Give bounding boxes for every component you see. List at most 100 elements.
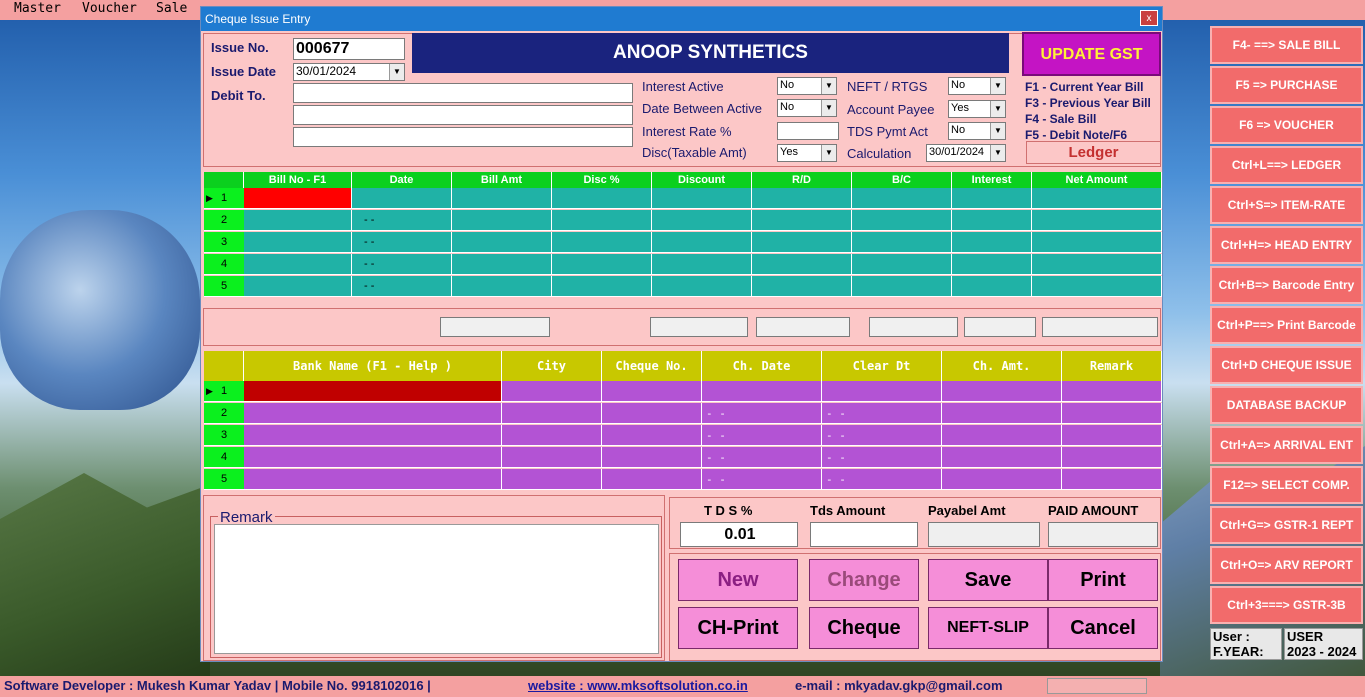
bill-grid-cell[interactable] xyxy=(952,188,1032,209)
interest-active-select[interactable]: No ▼ xyxy=(777,77,837,95)
bill-grid-cell[interactable] xyxy=(244,210,352,231)
bill-grid-cell[interactable] xyxy=(852,188,952,209)
bill-grid-cell[interactable] xyxy=(952,210,1032,231)
date-between-select[interactable]: No ▼ xyxy=(777,99,837,117)
print-button[interactable]: Print xyxy=(1048,559,1158,601)
bill-grid-cell[interactable] xyxy=(652,232,752,253)
bill-grid-cell[interactable]: - - xyxy=(352,232,452,253)
bank-grid-cell[interactable] xyxy=(1062,425,1162,446)
chevron-down-icon[interactable]: ▼ xyxy=(389,64,404,80)
bank-grid-cell[interactable] xyxy=(244,425,502,446)
bill-grid-cell[interactable] xyxy=(752,232,852,253)
sidebar-shortcut-button[interactable]: Ctrl+L==> LEDGER xyxy=(1210,146,1363,184)
bill-grid-cell[interactable] xyxy=(952,276,1032,297)
bill-grid-cell[interactable] xyxy=(952,254,1032,275)
bill-grid-cell[interactable] xyxy=(1032,210,1162,231)
close-button[interactable]: x xyxy=(1140,10,1158,26)
bank-row-number[interactable]: 2 xyxy=(204,403,244,424)
bank-grid-cell[interactable]: - - xyxy=(702,447,822,468)
bill-row-number[interactable]: 2 xyxy=(204,210,244,231)
bank-grid-cell[interactable]: - - xyxy=(822,469,942,490)
sidebar-shortcut-button[interactable]: Ctrl+D CHEQUE ISSUE xyxy=(1210,346,1363,384)
save-button[interactable]: Save xyxy=(928,559,1048,601)
sidebar-shortcut-button[interactable]: Ctrl+G=> GSTR-1 REPT xyxy=(1210,506,1363,544)
bank-row-number[interactable]: 4 xyxy=(204,447,244,468)
bill-grid-cell[interactable] xyxy=(652,254,752,275)
neft-select[interactable]: No ▼ xyxy=(948,77,1006,95)
remark-textarea[interactable] xyxy=(214,524,659,654)
bank-grid-cell[interactable] xyxy=(942,447,1062,468)
tds-percent-field[interactable]: 0.01 xyxy=(680,522,798,547)
debit-to-line-2[interactable] xyxy=(293,105,633,125)
bill-grid-cell[interactable]: - - xyxy=(352,276,452,297)
bank-row-number[interactable]: 1 ▶ xyxy=(204,381,244,402)
bill-grid-cell[interactable] xyxy=(452,232,552,253)
bill-grid-cell[interactable] xyxy=(552,276,652,297)
change-button[interactable]: Change xyxy=(809,559,919,601)
menu-voucher[interactable]: Voucher xyxy=(82,1,137,16)
bank-grid-cell[interactable] xyxy=(602,381,702,402)
bill-row-number[interactable]: 1 ▶ xyxy=(204,188,244,209)
sidebar-shortcut-button[interactable]: Ctrl+O=> ARV REPORT xyxy=(1210,546,1363,584)
bank-grid-cell[interactable] xyxy=(502,447,602,468)
bank-grid-cell[interactable] xyxy=(244,469,502,490)
sidebar-shortcut-button[interactable]: Ctrl+H=> HEAD ENTRY xyxy=(1210,226,1363,264)
sidebar-shortcut-button[interactable]: DATABASE BACKUP xyxy=(1210,386,1363,424)
bank-row-number[interactable]: 3 xyxy=(204,425,244,446)
sidebar-shortcut-button[interactable]: F6 => VOUCHER xyxy=(1210,106,1363,144)
sidebar-shortcut-button[interactable]: Ctrl+S=> ITEM-RATE xyxy=(1210,186,1363,224)
debit-to-field[interactable] xyxy=(293,83,633,103)
bank-grid-cell[interactable] xyxy=(602,403,702,424)
bill-grid-cell[interactable] xyxy=(552,254,652,275)
calculation-date-picker[interactable]: 30/01/2024 ▼ xyxy=(926,144,1006,162)
bill-grid-cell[interactable] xyxy=(352,188,452,209)
bill-grid-cell[interactable]: - - xyxy=(352,210,452,231)
issue-date-picker[interactable]: 30/01/2024 ▼ xyxy=(293,63,405,81)
bill-grid-cell[interactable] xyxy=(852,254,952,275)
debit-to-line-3[interactable] xyxy=(293,127,633,147)
website-link[interactable]: website : www.mksoftsolution.co.in xyxy=(528,678,748,693)
bank-grid-cell[interactable] xyxy=(502,425,602,446)
bank-grid-cell[interactable] xyxy=(1062,381,1162,402)
bill-grid-cell[interactable] xyxy=(952,232,1032,253)
bill-grid-cell[interactable] xyxy=(244,276,352,297)
bill-grid-cell[interactable] xyxy=(1032,254,1162,275)
bank-grid-cell[interactable]: - - xyxy=(702,403,822,424)
bank-grid-cell[interactable] xyxy=(244,447,502,468)
cancel-button[interactable]: Cancel xyxy=(1048,607,1158,649)
bank-grid-cell[interactable]: - - xyxy=(822,425,942,446)
bill-grid-cell[interactable] xyxy=(752,276,852,297)
sidebar-shortcut-button[interactable]: Ctrl+B=> Barcode Entry xyxy=(1210,266,1363,304)
bank-grid-cell[interactable] xyxy=(1062,447,1162,468)
menu-sale[interactable]: Sale xyxy=(156,1,187,16)
bank-grid-cell[interactable]: - - xyxy=(702,425,822,446)
bill-grid-cell[interactable] xyxy=(244,232,352,253)
sidebar-shortcut-button[interactable]: Ctrl+A=> ARRIVAL ENT xyxy=(1210,426,1363,464)
bill-grid-cell[interactable] xyxy=(452,188,552,209)
bank-grid-cell[interactable] xyxy=(822,381,942,402)
issue-no-field[interactable]: 000677 xyxy=(293,38,405,60)
bank-grid-cell[interactable] xyxy=(942,403,1062,424)
bill-grid-cell[interactable] xyxy=(652,188,752,209)
menu-master[interactable]: Master xyxy=(14,1,61,16)
bill-grid-cell[interactable] xyxy=(452,254,552,275)
bank-grid-cell[interactable] xyxy=(1062,469,1162,490)
sidebar-shortcut-button[interactable]: Ctrl+3===> GSTR-3B xyxy=(1210,586,1363,624)
bill-grid-cell[interactable] xyxy=(552,210,652,231)
bank-grid-cell[interactable] xyxy=(602,469,702,490)
bank-grid-cell[interactable] xyxy=(244,403,502,424)
bill-grid-cell[interactable] xyxy=(452,276,552,297)
bill-row-number[interactable]: 5 xyxy=(204,276,244,297)
bill-grid-cell[interactable] xyxy=(552,188,652,209)
bank-grid-cell[interactable] xyxy=(942,469,1062,490)
bill-row-number[interactable]: 4 xyxy=(204,254,244,275)
new-button[interactable]: New xyxy=(678,559,798,601)
bill-grid-cell[interactable] xyxy=(1032,232,1162,253)
bank-grid-cell[interactable] xyxy=(602,425,702,446)
bank-grid-cell[interactable] xyxy=(602,447,702,468)
bank-grid-cell[interactable] xyxy=(244,381,502,402)
bill-grid-cell[interactable] xyxy=(244,254,352,275)
interest-rate-field[interactable] xyxy=(777,122,839,140)
bank-grid-cell[interactable] xyxy=(702,381,822,402)
bank-grid-cell[interactable]: - - xyxy=(822,403,942,424)
